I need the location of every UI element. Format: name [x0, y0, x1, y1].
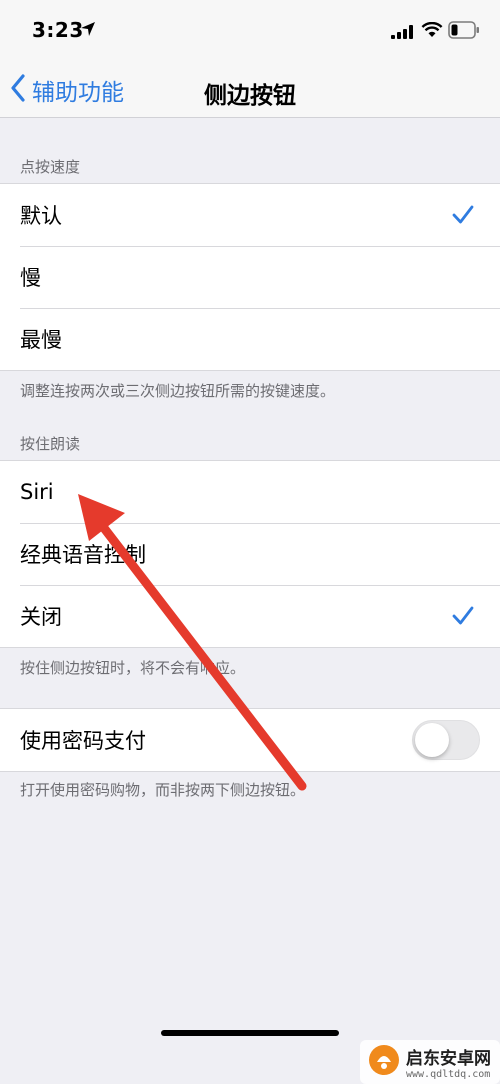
watermark-brand: 启东安卓网 — [406, 1049, 491, 1069]
annotation-arrow — [78, 494, 307, 791]
watermark-logo-icon — [368, 1044, 400, 1080]
home-indicator[interactable] — [161, 1030, 339, 1036]
watermark: 启东安卓网 www.qdltdq.com — [360, 1040, 500, 1084]
watermark-url: www.qdltdq.com — [406, 1069, 491, 1080]
